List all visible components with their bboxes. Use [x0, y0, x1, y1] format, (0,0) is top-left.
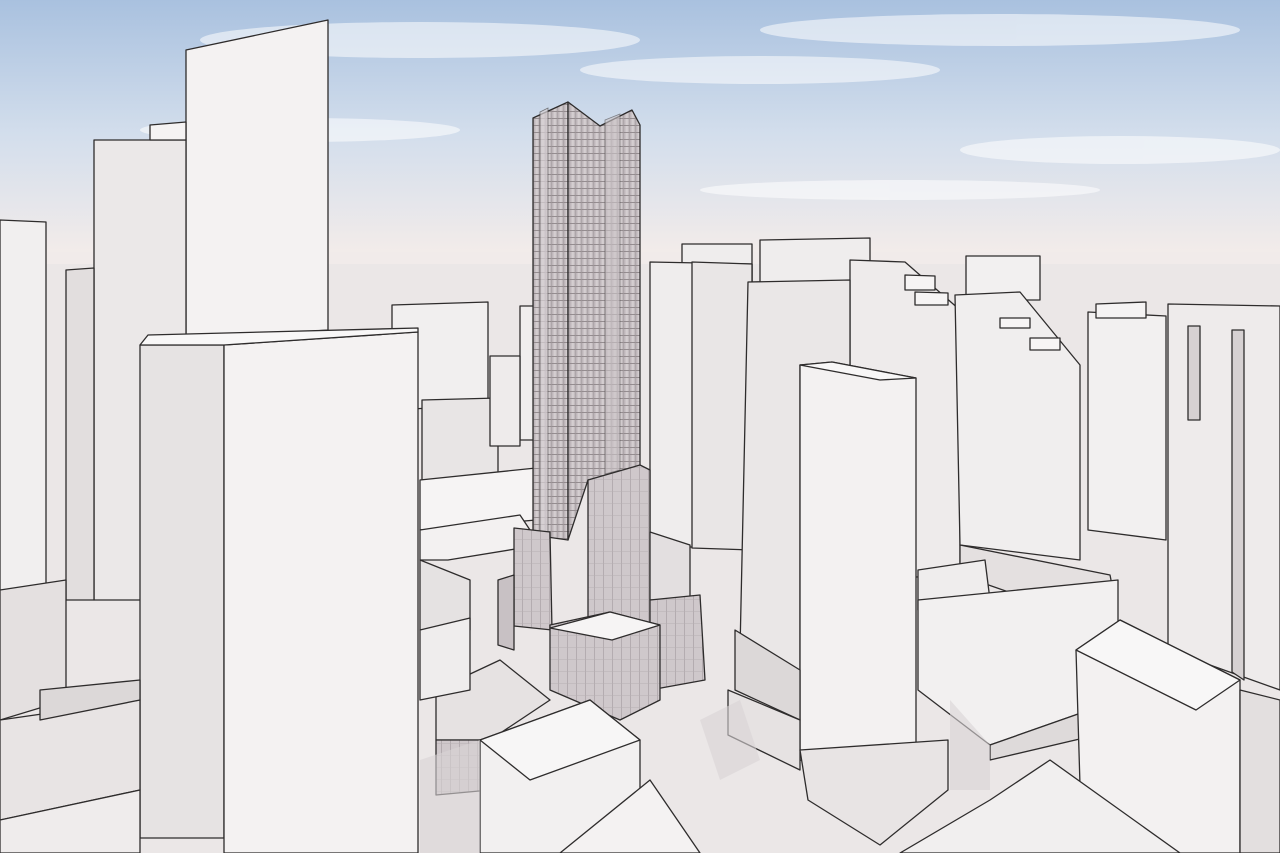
city-massing-render [0, 0, 1280, 853]
